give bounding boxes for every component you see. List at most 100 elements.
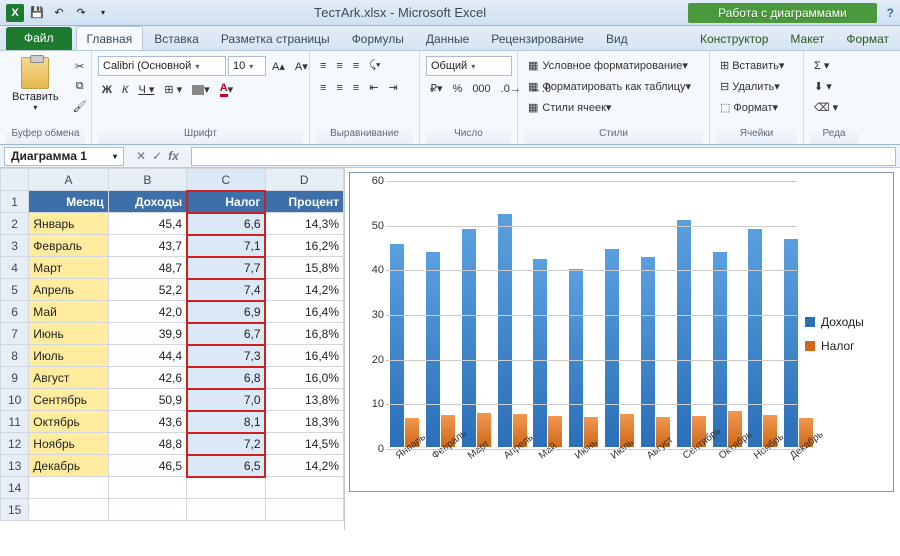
cell[interactable] [108, 477, 186, 499]
cell[interactable]: 7,1 [187, 235, 265, 257]
row-header[interactable]: 1 [1, 191, 29, 213]
cells-grid[interactable]: A B C D 1 Месяц Доходы Налог Процент 2 Я… [0, 168, 344, 521]
cell[interactable]: Август [29, 367, 108, 389]
cell[interactable]: 46,5 [108, 455, 186, 477]
cell[interactable]: 16,2% [265, 235, 343, 257]
col-header-a[interactable]: A [29, 169, 108, 191]
row-header[interactable]: 13 [1, 455, 29, 477]
cell[interactable]: Процент [265, 191, 343, 213]
tab-chart-layout[interactable]: Макет [779, 26, 835, 50]
orientation-button[interactable]: ⤹▾ [365, 56, 384, 75]
formula-input[interactable] [191, 147, 896, 166]
cell[interactable]: Октябрь [29, 411, 108, 433]
cell[interactable]: Ноябрь [29, 433, 108, 455]
row-header[interactable]: 10 [1, 389, 29, 411]
comma-button[interactable]: 000 [468, 80, 494, 98]
bold-button[interactable]: Ж [98, 81, 116, 99]
cell[interactable]: 15,8% [265, 257, 343, 279]
row-header[interactable]: 9 [1, 367, 29, 389]
cell[interactable]: 43,6 [108, 411, 186, 433]
align-top-button[interactable]: ≡ [316, 57, 330, 75]
tab-file[interactable]: Файл [6, 27, 72, 50]
select-all-corner[interactable] [1, 169, 29, 191]
cell[interactable]: 14,2% [265, 279, 343, 301]
align-left-button[interactable]: ≡ [316, 79, 330, 97]
cell[interactable]: Доходы [108, 191, 186, 213]
help-icon[interactable]: ? [887, 6, 894, 20]
row-header[interactable]: 7 [1, 323, 29, 345]
format-cells-button[interactable]: ⬚ Формат ▾ [716, 98, 800, 117]
cancel-formula-icon[interactable]: ✕ [136, 149, 146, 163]
tab-chart-design[interactable]: Конструктор [689, 26, 779, 50]
clear-button[interactable]: ⌫ ▾ [810, 98, 842, 117]
cell[interactable]: 14,2% [265, 455, 343, 477]
cell[interactable]: 7,0 [187, 389, 265, 411]
cell[interactable]: 16,4% [265, 345, 343, 367]
redo-icon[interactable]: ↷ [72, 4, 90, 22]
cell[interactable]: 48,8 [108, 433, 186, 455]
col-header-c[interactable]: C [187, 169, 265, 191]
align-right-button[interactable]: ≡ [349, 79, 363, 97]
fill-button[interactable]: ⬇ ▾ [810, 77, 836, 96]
underline-button[interactable]: Ч ▾ [134, 80, 158, 99]
row-header[interactable]: 2 [1, 213, 29, 235]
cell[interactable]: 6,7 [187, 323, 265, 345]
increase-indent-button[interactable]: ⇥ [384, 78, 401, 97]
grow-font-button[interactable]: A▴ [268, 57, 289, 76]
tab-home[interactable]: Главная [76, 26, 144, 50]
undo-icon[interactable]: ↶ [50, 4, 68, 22]
cell-styles-button[interactable]: ▦ Стили ячеек ▾ [524, 98, 704, 117]
cell[interactable]: 6,8 [187, 367, 265, 389]
cell[interactable] [187, 499, 265, 521]
cell[interactable] [187, 477, 265, 499]
align-bottom-button[interactable]: ≡ [349, 57, 363, 75]
cell[interactable]: Июнь [29, 323, 108, 345]
row-header[interactable]: 14 [1, 477, 29, 499]
row-header[interactable]: 3 [1, 235, 29, 257]
cell[interactable]: 16,8% [265, 323, 343, 345]
number-format-combo[interactable]: Общий▾ [426, 56, 512, 76]
cell[interactable]: 6,6 [187, 213, 265, 235]
align-center-button[interactable]: ≡ [332, 79, 346, 97]
row-header[interactable]: 8 [1, 345, 29, 367]
tab-chart-format[interactable]: Формат [835, 26, 900, 50]
cell[interactable]: 44,4 [108, 345, 186, 367]
excel-icon[interactable]: X [6, 4, 24, 22]
italic-button[interactable]: К [118, 81, 132, 99]
cell[interactable]: 14,3% [265, 213, 343, 235]
cell[interactable]: Июль [29, 345, 108, 367]
col-header-b[interactable]: B [108, 169, 186, 191]
font-color-button[interactable]: А ▾ [216, 79, 237, 100]
tab-review[interactable]: Рецензирование [480, 26, 595, 50]
format-as-table-button[interactable]: ▦ Форматировать как таблицу ▾ [524, 77, 704, 96]
insert-cells-button[interactable]: ⊞ Вставить ▾ [716, 56, 800, 75]
cell[interactable]: Апрель [29, 279, 108, 301]
col-header-d[interactable]: D [265, 169, 343, 191]
cell[interactable]: 6,5 [187, 455, 265, 477]
tab-formulas[interactable]: Формулы [341, 26, 415, 50]
cell[interactable]: Декабрь [29, 455, 108, 477]
tab-insert[interactable]: Вставка [143, 26, 210, 50]
cell[interactable]: Сентябрь [29, 389, 108, 411]
cell[interactable] [108, 499, 186, 521]
decrease-indent-button[interactable]: ⇤ [365, 78, 382, 97]
cell[interactable]: 14,5% [265, 433, 343, 455]
cell[interactable]: 7,4 [187, 279, 265, 301]
fx-icon[interactable]: fx [168, 149, 179, 163]
cell[interactable]: 7,3 [187, 345, 265, 367]
copy-button[interactable]: ⧉ [69, 77, 91, 96]
fill-color-button[interactable]: ▾ [188, 80, 214, 99]
row-header[interactable]: 15 [1, 499, 29, 521]
cell[interactable]: 8,1 [187, 411, 265, 433]
cell[interactable] [265, 477, 343, 499]
percent-button[interactable]: % [449, 80, 467, 98]
enter-formula-icon[interactable]: ✓ [152, 149, 162, 163]
cell[interactable]: Март [29, 257, 108, 279]
cut-button[interactable]: ✂ [69, 57, 91, 76]
autosum-button[interactable]: Σ ▾ [810, 56, 833, 75]
cell[interactable]: 16,4% [265, 301, 343, 323]
cell[interactable]: 39,9 [108, 323, 186, 345]
qat-dropdown-icon[interactable]: ▾ [94, 4, 112, 22]
cell[interactable]: 42,6 [108, 367, 186, 389]
cell[interactable] [29, 477, 108, 499]
